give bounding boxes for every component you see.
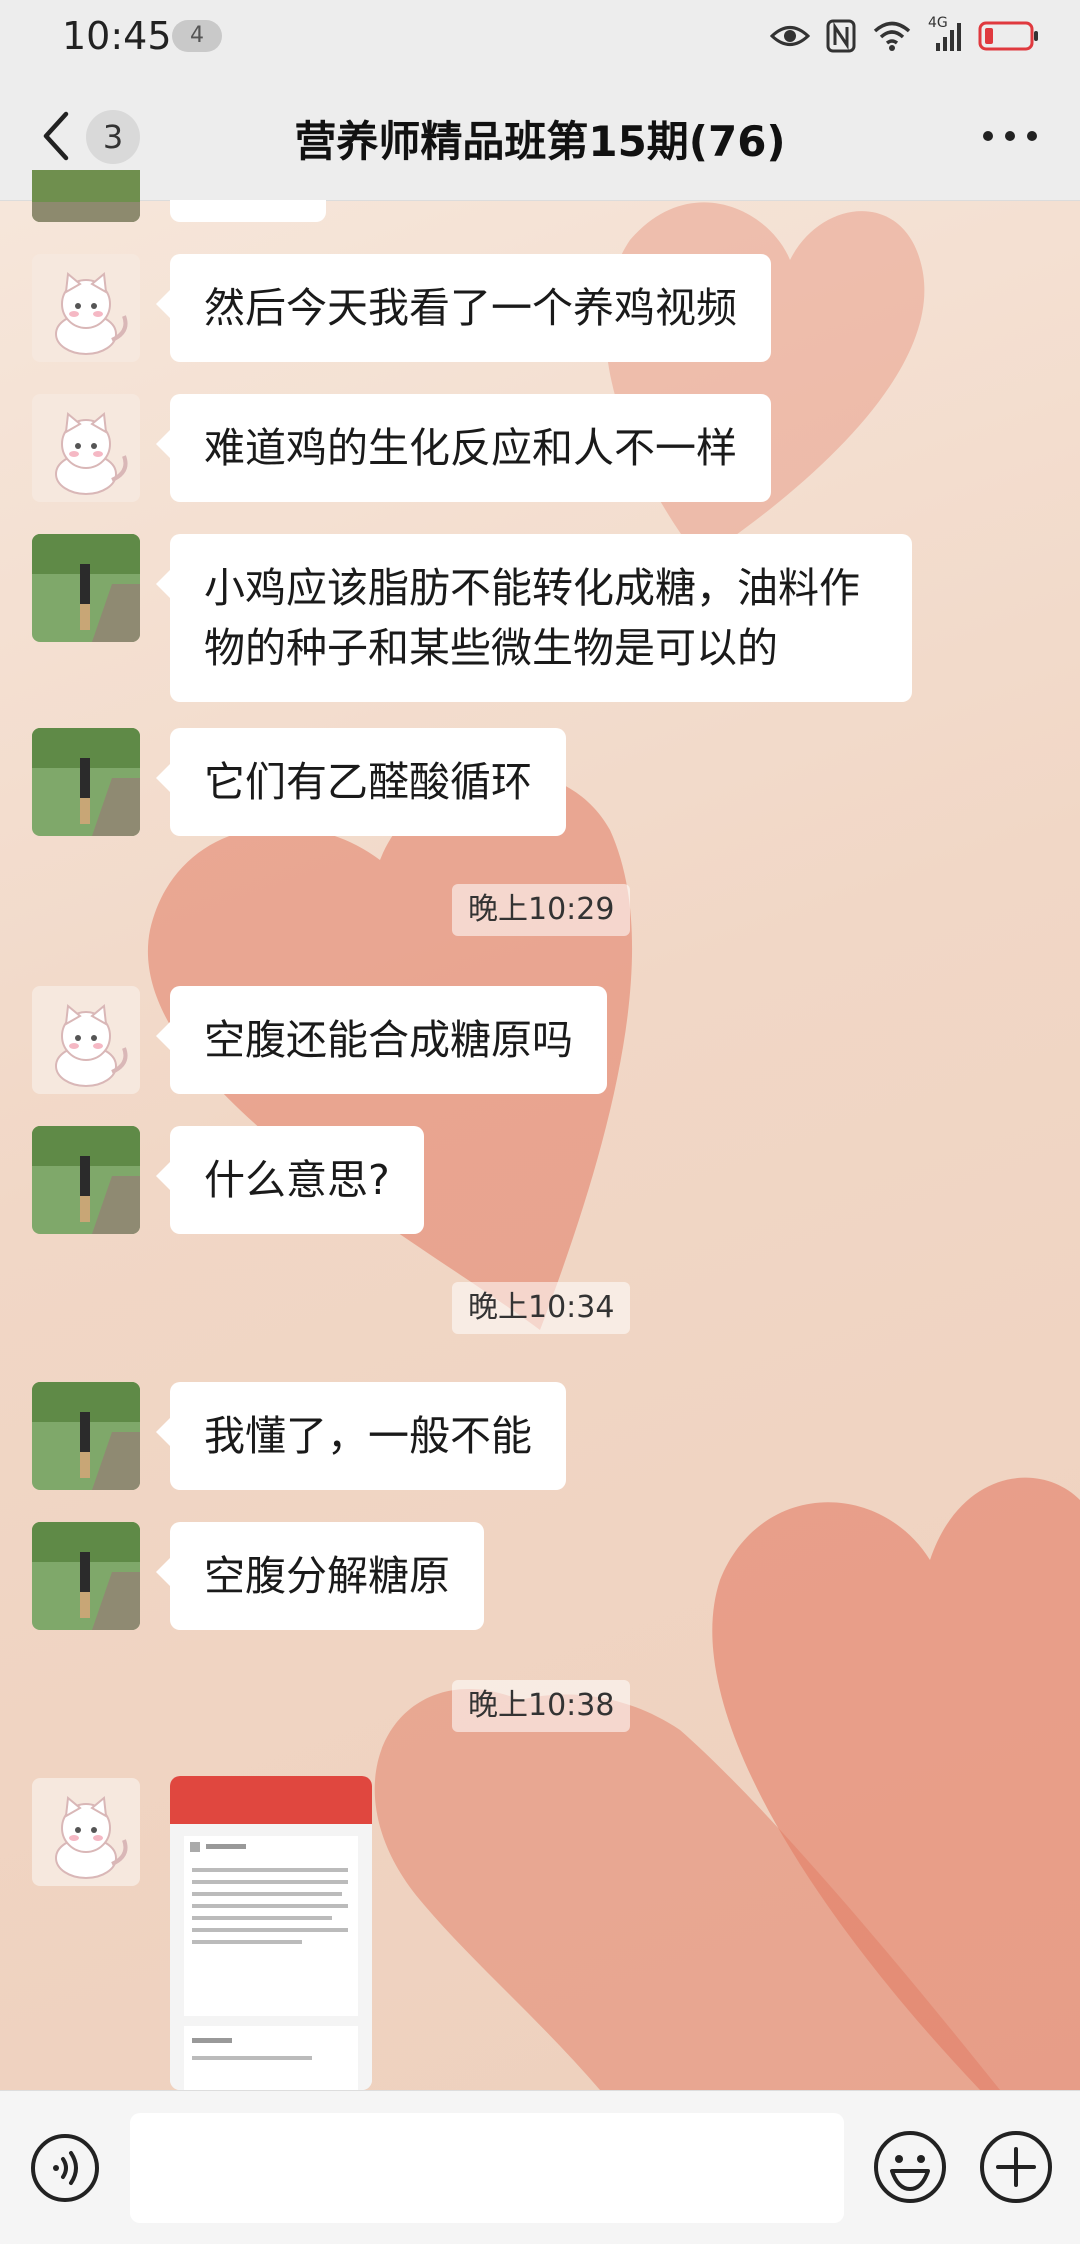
message-bubble[interactable]: 难道鸡的生化反应和人不一样 xyxy=(156,394,771,502)
cat-avatar-image xyxy=(32,394,140,502)
timestamp-divider: 晚上10:34 xyxy=(452,1282,631,1334)
avatar-field[interactable] xyxy=(32,1522,140,1630)
emoji-icon[interactable] xyxy=(872,2129,948,2205)
wifi-icon xyxy=(873,21,911,51)
avatar-cat[interactable] xyxy=(32,254,140,362)
status-bar: 10:45 4 4G xyxy=(0,0,1080,72)
avatar-field[interactable] xyxy=(32,728,140,836)
message-bubble[interactable]: 空腹还能合成糖原吗 xyxy=(156,986,607,1094)
cat-avatar-image xyxy=(32,1778,140,1886)
status-time: 10:45 xyxy=(62,14,172,58)
timestamp-divider: 晚上10:38 xyxy=(452,1680,631,1732)
avatar-field[interactable] xyxy=(32,1382,140,1490)
message-input-bar xyxy=(0,2090,1080,2244)
avatar-field[interactable] xyxy=(32,534,140,642)
message-bubble[interactable]: 我懂了，一般不能 xyxy=(156,1382,566,1490)
partial-message-bubble xyxy=(170,200,326,222)
screenshot-thumbnail-image xyxy=(170,1776,372,2090)
avatar-cat[interactable] xyxy=(32,986,140,1094)
avatar-cat[interactable] xyxy=(32,394,140,502)
status-icons: 4G xyxy=(770,15,1040,56)
field-avatar-image xyxy=(32,534,140,642)
avatar-field-partial[interactable] xyxy=(32,170,140,222)
image-message-thumbnail[interactable] xyxy=(170,1776,372,2090)
cat-avatar-image xyxy=(32,986,140,1094)
chat-header: 3 营养师精品班第15期(76) xyxy=(0,72,1080,201)
message-bubble[interactable]: 小鸡应该脂肪不能转化成糖，油料作物的种子和某些微生物是可以的 xyxy=(156,534,912,702)
chat-title: 营养师精品班第15期(76) xyxy=(294,117,786,166)
nfc-icon xyxy=(826,19,856,53)
avatar-field[interactable] xyxy=(32,1126,140,1234)
field-avatar-image xyxy=(32,1126,140,1234)
voice-input-icon[interactable] xyxy=(30,2133,100,2203)
message-bubble[interactable]: 然后今天我看了一个养鸡视频 xyxy=(156,254,771,362)
field-avatar-image xyxy=(32,1382,140,1490)
message-bubble[interactable]: 它们有乙醛酸循环 xyxy=(156,728,566,836)
more-options-icon[interactable] xyxy=(980,124,1040,148)
field-avatar-image xyxy=(32,1522,140,1630)
avatar-cat[interactable] xyxy=(32,1778,140,1886)
eye-icon xyxy=(770,26,810,46)
chat-screen: 10:45 4 4G 3 营养师精品班第15期(76) 然后今天我看了一个养鸡视… xyxy=(0,0,1080,2244)
field-avatar-image xyxy=(32,728,140,836)
timestamp-divider: 晚上10:29 xyxy=(452,884,631,936)
cellular-signal-icon: 4G xyxy=(928,15,962,53)
message-bubble[interactable]: 什么意思? xyxy=(156,1126,424,1234)
cat-avatar-image xyxy=(32,254,140,362)
message-input[interactable] xyxy=(130,2113,844,2223)
message-bubble[interactable]: 空腹分解糖原 xyxy=(156,1522,484,1630)
notification-count-badge: 4 xyxy=(172,20,222,52)
unread-count-badge[interactable]: 3 xyxy=(86,110,140,164)
add-attachment-icon[interactable] xyxy=(978,2129,1054,2205)
back-arrow-icon[interactable] xyxy=(36,108,76,164)
battery-low-icon xyxy=(978,21,1038,51)
